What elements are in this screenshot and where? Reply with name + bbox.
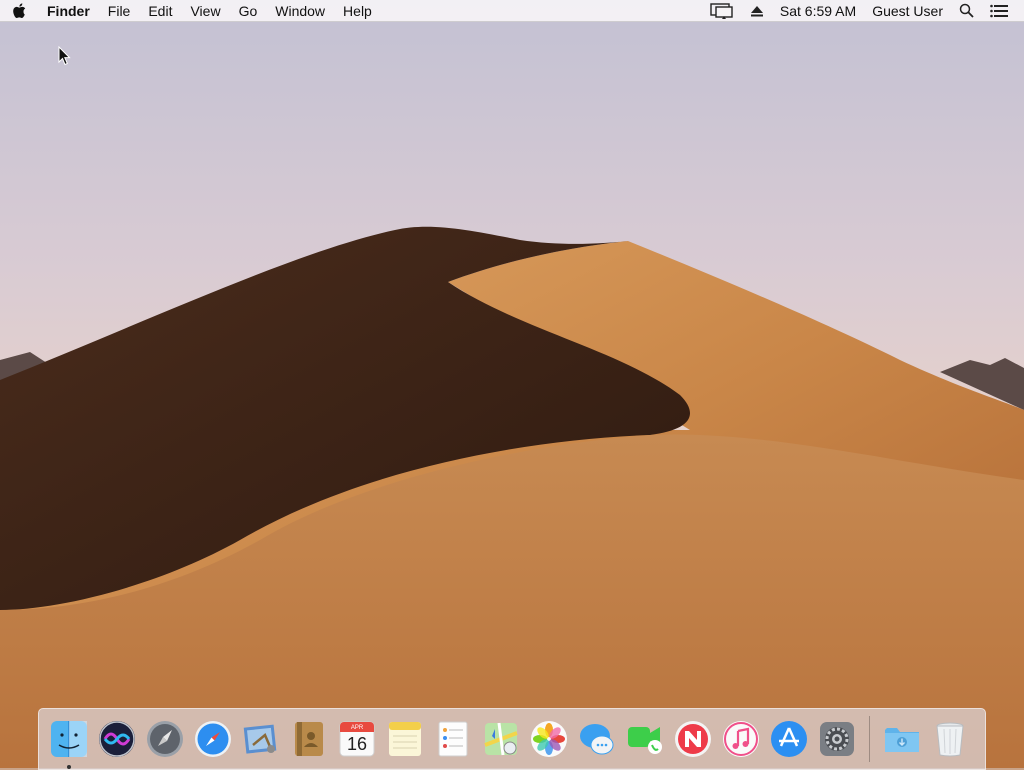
menu-window[interactable]: Window <box>266 0 334 22</box>
menu-user[interactable]: Guest User <box>864 0 951 22</box>
dock-messages[interactable] <box>575 717 619 761</box>
apple-icon[interactable] <box>0 0 38 22</box>
calendar-day: 16 <box>347 734 367 754</box>
dock-trash[interactable] <box>928 717 972 761</box>
facetime-icon <box>628 727 662 754</box>
spotlight-search-icon[interactable] <box>951 0 982 22</box>
dock-mail[interactable] <box>239 717 283 761</box>
safari-icon <box>195 721 231 757</box>
system-preferences-icon <box>820 722 854 756</box>
dock-calendar[interactable]: APR 16 <box>335 717 379 761</box>
messages-icon <box>580 724 614 755</box>
finder-icon <box>51 721 87 757</box>
calendar-month: APR <box>351 725 364 731</box>
dock-downloads-folder[interactable] <box>880 717 924 761</box>
dock-news[interactable] <box>671 717 715 761</box>
notes-icon <box>389 722 421 756</box>
calendar-icon: APR 16 <box>339 721 375 757</box>
news-icon <box>675 721 711 757</box>
dock-notes[interactable] <box>383 717 427 761</box>
mail-icon <box>243 724 277 754</box>
notification-center-icon[interactable] <box>982 0 1016 22</box>
dock-itunes[interactable] <box>719 717 763 761</box>
menu-view[interactable]: View <box>181 0 229 22</box>
downloads-folder-icon <box>885 728 919 752</box>
siri-icon <box>99 721 135 757</box>
airplay-display-icon[interactable] <box>702 0 742 22</box>
menu-app-finder[interactable]: Finder <box>38 0 99 22</box>
dock-launchpad[interactable] <box>143 717 187 761</box>
dock-separator <box>869 716 870 762</box>
itunes-icon <box>723 721 759 757</box>
dock-reminders[interactable] <box>431 717 475 761</box>
app-store-icon <box>771 721 807 757</box>
dock: APR 16 <box>38 708 986 770</box>
running-indicator <box>67 765 71 769</box>
dock-safari[interactable] <box>191 717 235 761</box>
desktop-wallpaper <box>0 0 1024 768</box>
dock-system-preferences[interactable] <box>815 717 859 761</box>
menu-bar: Finder File Edit View Go Window Help Sat… <box>0 0 1024 22</box>
reminders-icon <box>438 721 468 757</box>
dock-photos[interactable] <box>527 717 571 761</box>
contacts-icon <box>295 722 323 756</box>
dock-maps[interactable] <box>479 717 523 761</box>
menu-clock[interactable]: Sat 6:59 AM <box>772 0 864 22</box>
dock-siri[interactable] <box>95 717 139 761</box>
dock-facetime[interactable] <box>623 717 667 761</box>
menu-go[interactable]: Go <box>230 0 267 22</box>
maps-icon <box>484 722 518 756</box>
menu-file[interactable]: File <box>99 0 140 22</box>
menu-help[interactable]: Help <box>334 0 381 22</box>
eject-icon[interactable] <box>742 0 772 22</box>
menu-edit[interactable]: Edit <box>139 0 181 22</box>
photos-icon <box>531 721 567 757</box>
dock-contacts[interactable] <box>287 717 331 761</box>
dock-app-store[interactable] <box>767 717 811 761</box>
mouse-cursor-icon <box>58 45 72 66</box>
dock-finder[interactable] <box>47 717 91 769</box>
launchpad-icon <box>147 721 183 757</box>
trash-icon <box>936 722 964 757</box>
